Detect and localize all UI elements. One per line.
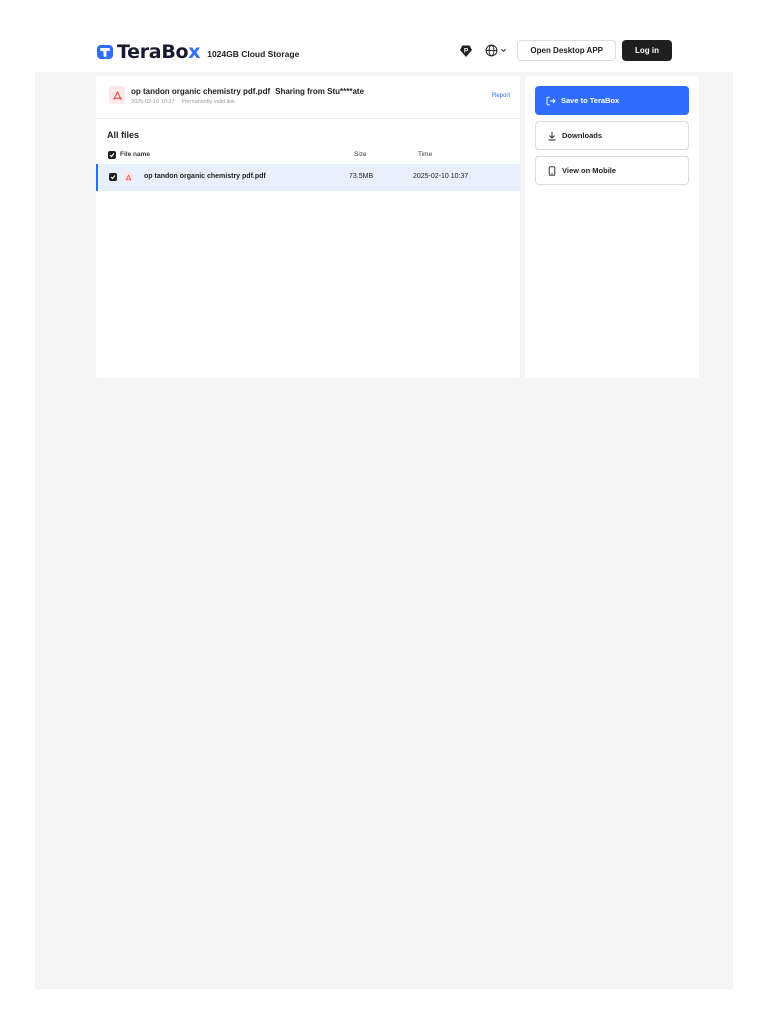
save-to-terabox-button[interactable]: Save to TeraBox: [535, 86, 689, 115]
action-panel: Save to TeraBox Downloads View on Mobile: [525, 76, 699, 378]
shared-file-title: op tandon organic chemistry pdf.pdf Shari…: [131, 87, 364, 96]
content-area: op tandon organic chemistry pdf.pdf Shari…: [35, 72, 733, 989]
select-all-checkbox[interactable]: [108, 151, 116, 159]
pdf-file-icon: [124, 172, 133, 182]
globe-icon: [485, 44, 498, 57]
row-file-size: 73.5MB: [349, 173, 374, 180]
share-date: 2025-02-10 10:37: [131, 99, 175, 105]
header-actions: P Open Desktop APP Log in: [459, 40, 672, 61]
report-link[interactable]: Report: [492, 93, 510, 99]
view-on-mobile-label: View on Mobile: [562, 166, 617, 175]
svg-text:P: P: [464, 47, 469, 54]
login-button[interactable]: Log in: [622, 40, 672, 61]
column-size[interactable]: Size: [354, 151, 367, 158]
view-on-mobile-button[interactable]: View on Mobile: [535, 156, 689, 185]
sharer-label: Sharing from Stu****ate: [275, 87, 365, 96]
save-arrow-icon: [546, 96, 556, 105]
check-icon: [109, 153, 115, 158]
share-file-panel: op tandon organic chemistry pdf.pdf Shari…: [96, 76, 520, 378]
brand-name-x: x: [188, 41, 201, 63]
open-desktop-app-button[interactable]: Open Desktop APP: [517, 40, 616, 61]
top-header: TeraBox 1024GB Cloud Storage P Open Desk…: [0, 0, 768, 72]
brand-name: TeraBox: [117, 41, 201, 63]
downloads-button[interactable]: Downloads: [535, 121, 689, 150]
pdf-glyph-icon: [125, 174, 132, 180]
terabox-logo[interactable]: TeraBox 1024GB Cloud Storage: [96, 41, 299, 63]
downloads-label: Downloads: [562, 131, 603, 140]
share-info-header: op tandon organic chemistry pdf.pdf Shari…: [96, 76, 520, 119]
link-validity: Permanently valid link: [181, 99, 235, 105]
share-meta: 2025-02-10 10:37 Permanently valid link: [131, 99, 235, 105]
language-selector[interactable]: [485, 44, 507, 57]
diamond-p-icon[interactable]: P: [459, 44, 473, 58]
pdf-glyph-icon: [112, 90, 122, 100]
chevron-down-icon: [501, 48, 507, 53]
download-icon: [548, 131, 556, 140]
check-icon: [110, 175, 116, 180]
storage-tagline: 1024GB Cloud Storage: [207, 48, 300, 59]
row-checkbox[interactable]: [109, 173, 117, 181]
file-table-header: File name Size Time: [96, 148, 520, 162]
all-files-heading: All files: [107, 130, 140, 140]
pdf-file-icon: [109, 86, 125, 104]
terabox-logo-icon: [97, 45, 113, 59]
save-to-terabox-label: Save to TeraBox: [561, 96, 620, 105]
brand-name-main: TeraBo: [117, 41, 189, 63]
row-file-name[interactable]: op tandon organic chemistry pdf.pdf: [144, 173, 266, 180]
column-file-name[interactable]: File name: [120, 151, 150, 158]
row-file-time: 2025-02-10 10:37: [413, 173, 469, 180]
column-time[interactable]: Time: [418, 151, 432, 158]
mobile-phone-icon: [548, 165, 556, 176]
shared-file-name: op tandon organic chemistry pdf.pdf: [131, 87, 271, 96]
table-row[interactable]: op tandon organic chemistry pdf.pdf 73.5…: [96, 164, 520, 191]
